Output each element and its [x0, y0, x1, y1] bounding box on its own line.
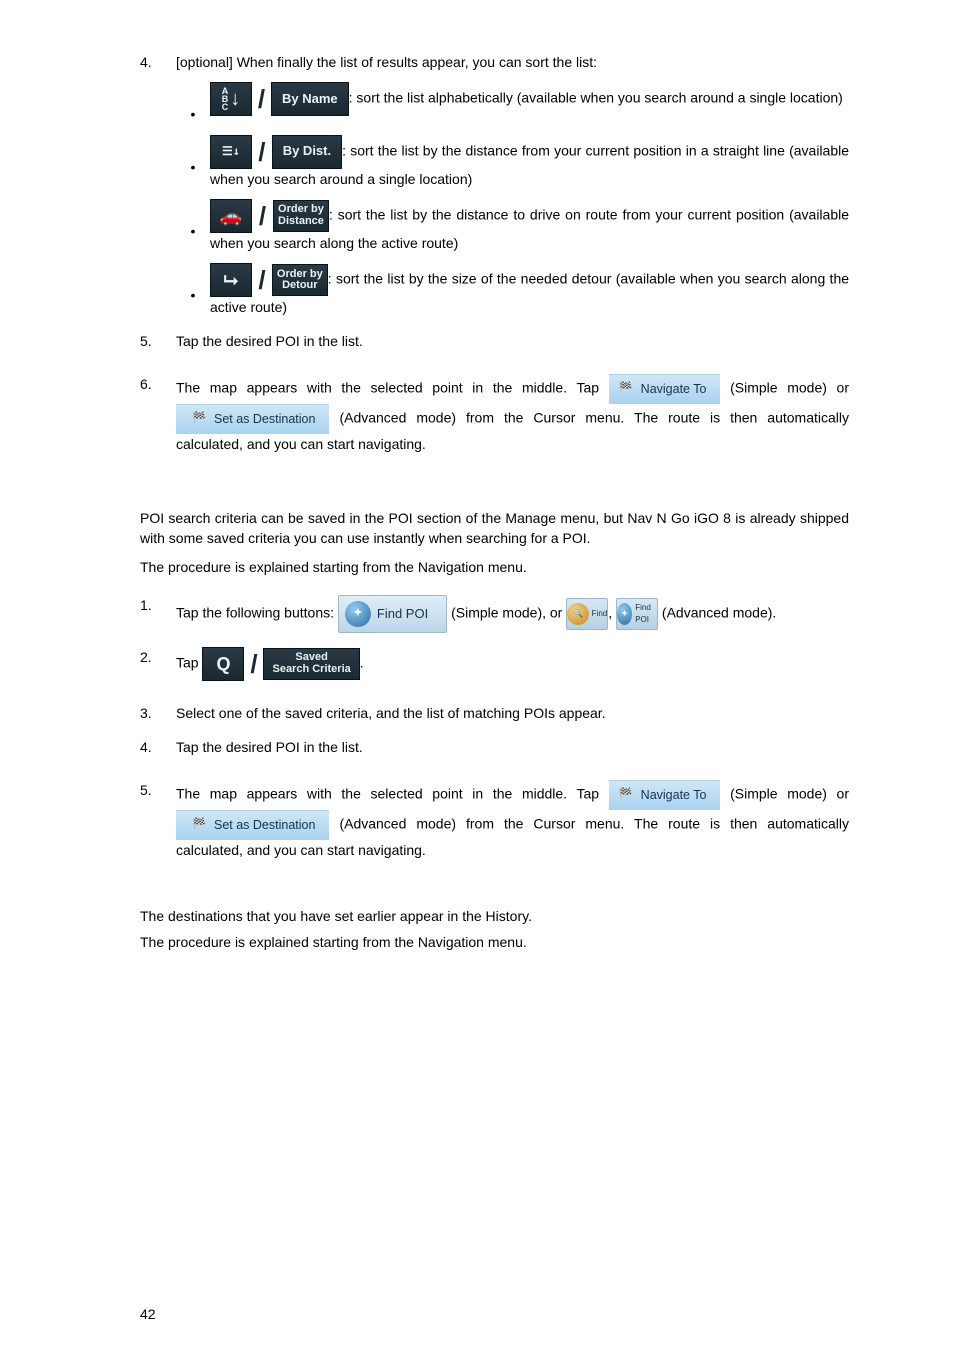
- b-step-4: 4. Tap the desired POI in the list.: [140, 737, 849, 757]
- slash-separator: /: [259, 199, 266, 233]
- poi-saved-criteria-para: POI search criteria can be saved in the …: [140, 508, 849, 549]
- step-text: .: [360, 655, 364, 671]
- page-number: 42: [140, 1306, 156, 1322]
- order-by-detour-button[interactable]: Order byDetour: [272, 264, 328, 296]
- procedure-para: The procedure is explained starting from…: [140, 557, 849, 577]
- sort-order-detour-item: • ⮡ / Order byDetour : sort the list by …: [176, 263, 849, 317]
- b-step-1: 1. Tap the following buttons: ✦ Find POI…: [140, 595, 849, 633]
- find-mini-icon: 🔍: [567, 603, 588, 625]
- by-dist-button[interactable]: By Dist.: [272, 135, 342, 169]
- step-text: Tap the desired POI in the list.: [176, 737, 849, 757]
- b-step-3: 3. Select one of the saved criteria, and…: [140, 703, 849, 723]
- list-step-4: 4. [optional] When finally the list of r…: [140, 52, 849, 72]
- step-number: 6.: [140, 374, 176, 454]
- car-icon[interactable]: 🚗: [210, 199, 252, 233]
- flag-icon: 🏁: [190, 816, 208, 834]
- find-poi-mini-button[interactable]: ✦ Find POI: [616, 598, 658, 630]
- step-text-a: The map appears with the selected point …: [176, 379, 609, 395]
- abc-sort-icon[interactable]: ABC↓: [210, 82, 252, 116]
- b-step-2: 2. Tap Q / SavedSearch Criteria .: [140, 647, 849, 681]
- step-number: 5.: [140, 331, 176, 351]
- bullet: •: [176, 82, 210, 124]
- magnifier-icon[interactable]: Q: [202, 647, 244, 681]
- navigate-to-button[interactable]: 🏁 Navigate To: [609, 780, 721, 810]
- dist-sort-icon[interactable]: ☰↓: [210, 135, 252, 169]
- flag-icon: 🏁: [617, 380, 635, 398]
- step-text: [optional] When finally the list of resu…: [176, 52, 849, 72]
- find-poi-mini-icon: ✦: [617, 603, 632, 625]
- sort-order-distance-item: • 🚗 / Order byDistance : sort the list b…: [176, 199, 849, 253]
- step-number: 5.: [140, 780, 176, 860]
- step-text: Tap the desired POI in the list.: [176, 331, 849, 351]
- procedure-para-2: The procedure is explained starting from…: [140, 932, 849, 952]
- sort-by-name-item: • ABC↓ / By Name: sort the list alphabet…: [176, 82, 849, 124]
- step-text-b: (Simple mode) or: [730, 379, 849, 395]
- history-para: The destinations that you have set earli…: [140, 906, 849, 926]
- step-number: 4.: [140, 52, 176, 72]
- flag-icon: 🏁: [190, 410, 208, 428]
- find-poi-button[interactable]: ✦ Find POI: [338, 595, 447, 633]
- flag-icon: 🏁: [617, 786, 635, 804]
- sort-by-dist-item: • ☰↓ / By Dist.: sort the list by the di…: [176, 135, 849, 189]
- sort-options-list: • ABC↓ / By Name: sort the list alphabet…: [176, 82, 849, 317]
- slash-separator: /: [258, 263, 265, 297]
- bullet: •: [176, 263, 210, 305]
- set-as-destination-button[interactable]: 🏁 Set as Destination: [176, 404, 329, 434]
- step-text-a: The map appears with the selected point …: [176, 785, 609, 801]
- step-number: 4.: [140, 737, 176, 757]
- step-text-b: (Simple mode) or: [730, 785, 849, 801]
- order-by-distance-button[interactable]: Order byDistance: [273, 200, 329, 232]
- b-step-5: 5. The map appears with the selected poi…: [140, 780, 849, 860]
- slash-separator: /: [250, 647, 257, 681]
- step-number: 1.: [140, 595, 176, 633]
- step-text: (Advanced mode).: [662, 605, 776, 621]
- step-text: (Simple mode), or: [451, 605, 566, 621]
- bullet: •: [176, 199, 210, 241]
- step-number: 2.: [140, 647, 176, 681]
- list-step-6: 6. The map appears with the selected poi…: [140, 374, 849, 454]
- step-text: Select one of the saved criteria, and th…: [176, 703, 849, 723]
- by-name-button[interactable]: By Name: [271, 82, 349, 116]
- sort-desc: : sort the list alphabetically (availabl…: [349, 90, 843, 106]
- bullet: •: [176, 135, 210, 177]
- navigate-to-button[interactable]: 🏁 Navigate To: [609, 374, 721, 404]
- set-as-destination-button[interactable]: 🏁 Set as Destination: [176, 810, 329, 840]
- slash-separator: /: [258, 135, 265, 169]
- find-mini-button[interactable]: 🔍 Find: [566, 598, 608, 630]
- slash-separator: /: [258, 82, 265, 116]
- step-text: Tap the following buttons:: [176, 605, 338, 621]
- step-number: 3.: [140, 703, 176, 723]
- detour-icon[interactable]: ⮡: [210, 263, 252, 297]
- step-text: Tap: [176, 655, 202, 671]
- saved-search-criteria-button[interactable]: SavedSearch Criteria: [263, 648, 359, 680]
- comma: ,: [608, 605, 616, 621]
- list-step-5: 5. Tap the desired POI in the list.: [140, 331, 849, 351]
- find-poi-icon: ✦: [345, 601, 371, 627]
